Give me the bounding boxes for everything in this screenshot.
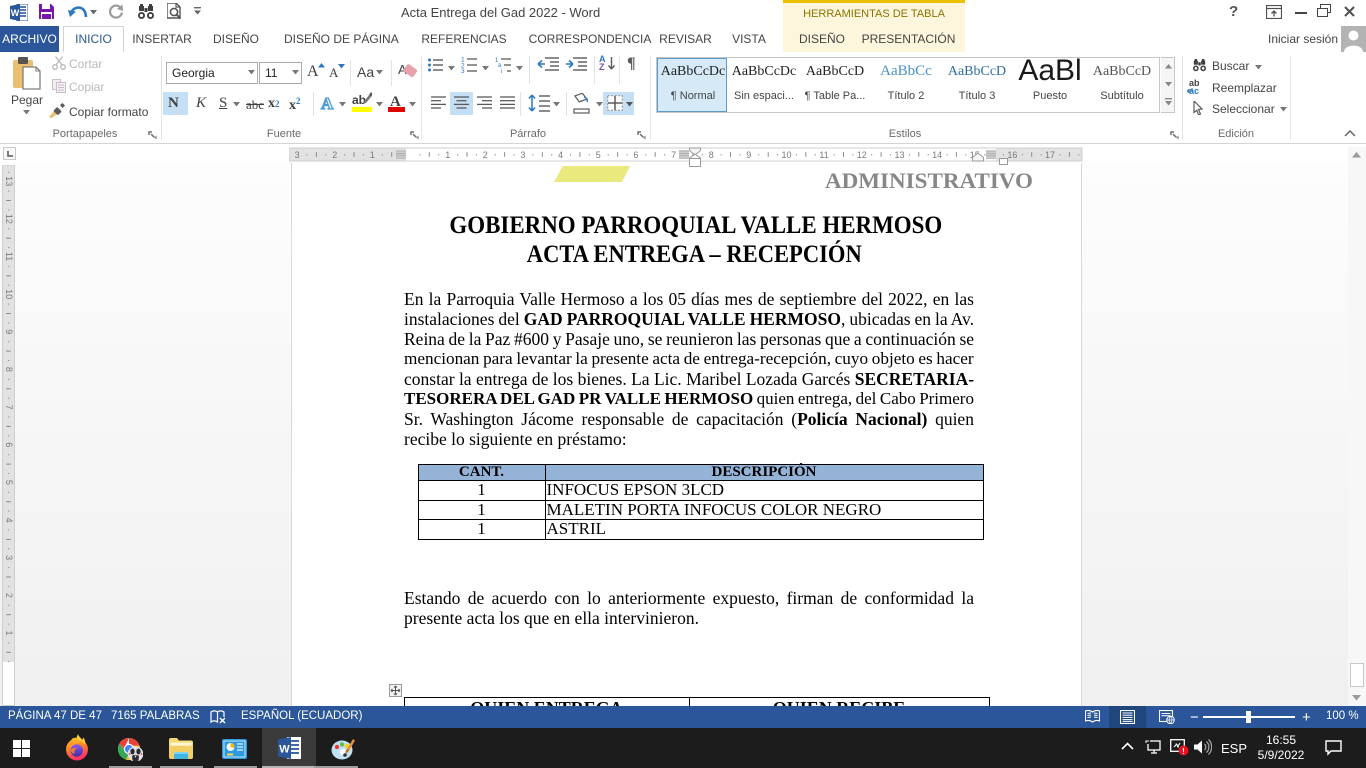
svg-text:14: 14 — [932, 150, 942, 160]
svg-text:6: 6 — [4, 442, 14, 447]
svg-text:3: 3 — [461, 68, 465, 73]
svg-text:7: 7 — [4, 405, 14, 410]
svg-text:8: 8 — [709, 150, 714, 160]
svg-text:i: i — [501, 69, 502, 73]
svg-text:10: 10 — [781, 150, 791, 160]
svg-text:12: 12 — [4, 214, 14, 224]
svg-text:3: 3 — [520, 150, 525, 160]
svg-text:9: 9 — [746, 150, 751, 160]
svg-text:6: 6 — [633, 150, 638, 160]
svg-text:2: 2 — [483, 150, 488, 160]
svg-text:W: W — [11, 8, 20, 18]
svg-text:16: 16 — [1007, 150, 1017, 160]
svg-text:1: 1 — [445, 150, 450, 160]
svg-text:4: 4 — [558, 150, 563, 160]
svg-text:4: 4 — [4, 518, 14, 523]
svg-text:5: 5 — [4, 480, 14, 485]
svg-text:8: 8 — [4, 367, 14, 372]
svg-text:3: 3 — [4, 555, 14, 560]
svg-text:2: 2 — [332, 150, 337, 160]
svg-text:9: 9 — [4, 329, 14, 334]
svg-text:12: 12 — [857, 150, 867, 160]
svg-text:17: 17 — [1045, 150, 1055, 160]
svg-text:13: 13 — [4, 176, 14, 186]
svg-text:10: 10 — [4, 289, 14, 299]
svg-text:13: 13 — [894, 150, 904, 160]
svg-text:7: 7 — [671, 150, 676, 160]
svg-text:!: ! — [1182, 747, 1185, 756]
svg-text:5: 5 — [596, 150, 601, 160]
svg-text:1: 1 — [370, 150, 375, 160]
svg-text:11: 11 — [819, 150, 828, 160]
svg-text:2: 2 — [4, 593, 14, 598]
svg-text:3: 3 — [295, 150, 300, 160]
svg-text:1: 1 — [4, 630, 14, 635]
svg-text:11: 11 — [4, 252, 14, 261]
svg-text:W: W — [279, 744, 290, 756]
